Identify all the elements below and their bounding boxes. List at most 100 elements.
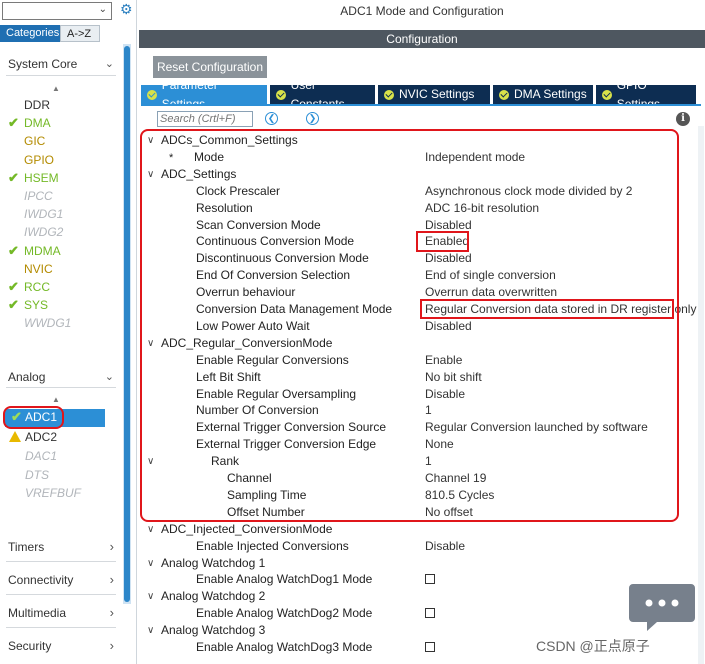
tab-label: GPIO Settings — [616, 77, 660, 111]
sidebar-item-adc2[interactable]: ADC2 — [25, 430, 57, 444]
collapse-caret-icon[interactable]: ∨ — [147, 622, 154, 639]
sidebar-item-label: MDMA — [24, 243, 61, 258]
group-security[interactable]: Security › — [8, 638, 114, 653]
sidebar-item-wwdg1: WWDG1 — [8, 314, 118, 332]
sidebar-item-label: GPIO — [24, 152, 55, 167]
divider — [6, 387, 116, 388]
highlight-box — [420, 299, 674, 319]
checkbox[interactable] — [425, 608, 435, 619]
tab-categories[interactable]: Categories — [0, 25, 60, 42]
collapse-caret-icon[interactable]: ∨ — [147, 521, 154, 538]
sidebar-item-gpio[interactable]: GPIO — [8, 151, 118, 169]
check-circle-icon — [602, 89, 612, 100]
highlight-box — [3, 406, 64, 429]
sidebar-item-ipcc: IPCC — [8, 187, 118, 205]
group-timers[interactable]: Timers › — [8, 539, 114, 554]
group-analog[interactable]: Analog ⌄ — [8, 370, 114, 384]
collapse-caret-icon[interactable]: ∨ — [147, 555, 154, 572]
divider — [6, 594, 116, 595]
sidebar-item-label: SYS — [24, 298, 49, 313]
param-value[interactable]: Disable — [425, 538, 465, 555]
group-connectivity[interactable]: Connectivity › — [8, 572, 114, 587]
group-system-core[interactable]: System Core ⌄ — [8, 57, 114, 71]
sort-arrow-icon: ▲ — [52, 395, 60, 404]
param-row-enable-analog-watchdog2-mode[interactable]: Enable Analog WatchDog2 Mode — [141, 605, 701, 622]
tab-a-to-z[interactable]: A->Z — [60, 25, 100, 42]
highlight-box — [416, 231, 469, 252]
sidebar-item-label: IWDG2 — [24, 225, 64, 240]
sidebar-item-label: DMA — [24, 116, 51, 131]
group-multimedia[interactable]: Multimedia › — [8, 605, 114, 620]
check-icon: ✔ — [8, 169, 19, 185]
param-name: Enable Analog WatchDog3 Mode — [196, 640, 373, 654]
tab-parameter-settings[interactable]: Parameter Settings — [141, 78, 267, 111]
param-checkbox-cell — [425, 571, 435, 589]
param-group-adc-injected-conversionmode[interactable]: ∨ ADC_Injected_ConversionMode — [141, 521, 701, 538]
tab-dma-settings[interactable]: DMA Settings — [493, 85, 593, 104]
peripheral-filter-combo[interactable]: ⌄ — [2, 2, 112, 20]
param-checkbox-cell — [425, 639, 435, 657]
group-label: System Core — [8, 57, 78, 71]
check-circle-icon — [147, 89, 157, 100]
tab-underline — [141, 104, 701, 106]
sidebar-item-label: DDR — [24, 98, 50, 112]
tab-user-constants[interactable]: User Constants — [270, 78, 375, 111]
search-input[interactable] — [157, 111, 253, 127]
info-icon[interactable]: i — [676, 112, 690, 126]
sidebar-item-dts: DTS — [25, 467, 49, 482]
chevron-down-icon[interactable]: ⌄ — [105, 370, 114, 383]
param-name: ADC_Injected_ConversionMode — [161, 521, 333, 536]
checkbox[interactable] — [425, 574, 435, 585]
param-row-enable-injected-conversions[interactable]: Enable Injected Conversions Disable — [141, 538, 701, 555]
param-checkbox-cell — [425, 605, 435, 623]
highlight-box — [140, 129, 679, 522]
chevron-right-icon: › — [109, 638, 114, 653]
sidebar-item-gic[interactable]: GIC — [8, 132, 118, 150]
sidebar-item-rcc[interactable]: ✔ RCC — [8, 278, 118, 296]
tab-label: Parameter Settings — [161, 77, 218, 111]
sort-arrow-icon: ▲ — [52, 84, 60, 93]
next-icon[interactable]: ❯ — [306, 112, 319, 125]
check-circle-icon — [499, 89, 509, 100]
sidebar-item-sys[interactable]: ✔ SYS — [8, 296, 118, 314]
tab-gpio-settings[interactable]: GPIO Settings — [596, 78, 696, 111]
tab-label: DMA Settings — [514, 87, 587, 101]
gear-icon[interactable]: ⚙ — [120, 1, 133, 18]
param-name: Analog Watchdog 3 — [161, 623, 266, 638]
sidebar-item-hsem[interactable]: ✔ HSEM — [8, 169, 118, 187]
sidebar-item-label: IPCC — [24, 189, 53, 203]
configuration-header: Configuration — [139, 30, 705, 48]
check-icon: ✔ — [8, 279, 19, 294]
param-name: Analog Watchdog 2 — [161, 589, 266, 604]
sidebar-item-nvic[interactable]: NVIC — [8, 260, 118, 278]
check-icon: ✔ — [8, 115, 19, 131]
divider — [6, 75, 116, 76]
collapse-caret-icon[interactable]: ∨ — [147, 588, 154, 605]
sidebar-item-ddr[interactable]: DDR — [8, 96, 118, 114]
param-group-analog-watchdog-2[interactable]: ∨ Analog Watchdog 2 — [141, 588, 701, 605]
peripheral-panel: ⌄ ⚙ Categories A->Z System Core ⌄ ▲ Anal… — [0, 0, 137, 664]
sidebar-scrollbar-thumb[interactable] — [124, 46, 130, 602]
param-group-analog-watchdog-1[interactable]: ∨ Analog Watchdog 1 — [141, 555, 701, 572]
sidebar-item-iwdg2: IWDG2 — [8, 223, 118, 241]
checkbox[interactable] — [425, 642, 435, 652]
param-name: Enable Injected Conversions — [196, 538, 349, 553]
chevron-right-icon: › — [109, 539, 114, 554]
chat-bubble-icon — [629, 584, 695, 631]
parameter-scrollbar[interactable] — [698, 126, 704, 664]
config-tabs: Parameter Settings User Constants NVIC Set… — [141, 78, 699, 111]
param-row-enable-analog-watchdog1-mode[interactable]: Enable Analog WatchDog1 Mode — [141, 571, 701, 588]
sidebar-item-dma[interactable]: ✔ DMA — [8, 114, 118, 132]
sidebar-item-label: NVIC — [24, 261, 53, 276]
sidebar-item-mdma[interactable]: ✔ MDMA — [8, 242, 118, 260]
check-icon: ✔ — [8, 297, 19, 313]
chevron-down-icon[interactable]: ⌄ — [105, 57, 114, 70]
sidebar-item-label: IWDG1 — [24, 207, 64, 222]
chevron-right-icon: › — [109, 605, 114, 620]
tab-label: User Constants — [290, 77, 345, 111]
previous-icon[interactable]: ❮ — [265, 112, 278, 125]
tab-nvic-settings[interactable]: NVIC Settings — [378, 85, 490, 104]
param-name: Enable Analog WatchDog1 Mode — [196, 572, 373, 587]
sidebar-item-label: RCC — [24, 280, 50, 294]
chevron-down-icon[interactable]: ⌄ — [99, 4, 107, 15]
